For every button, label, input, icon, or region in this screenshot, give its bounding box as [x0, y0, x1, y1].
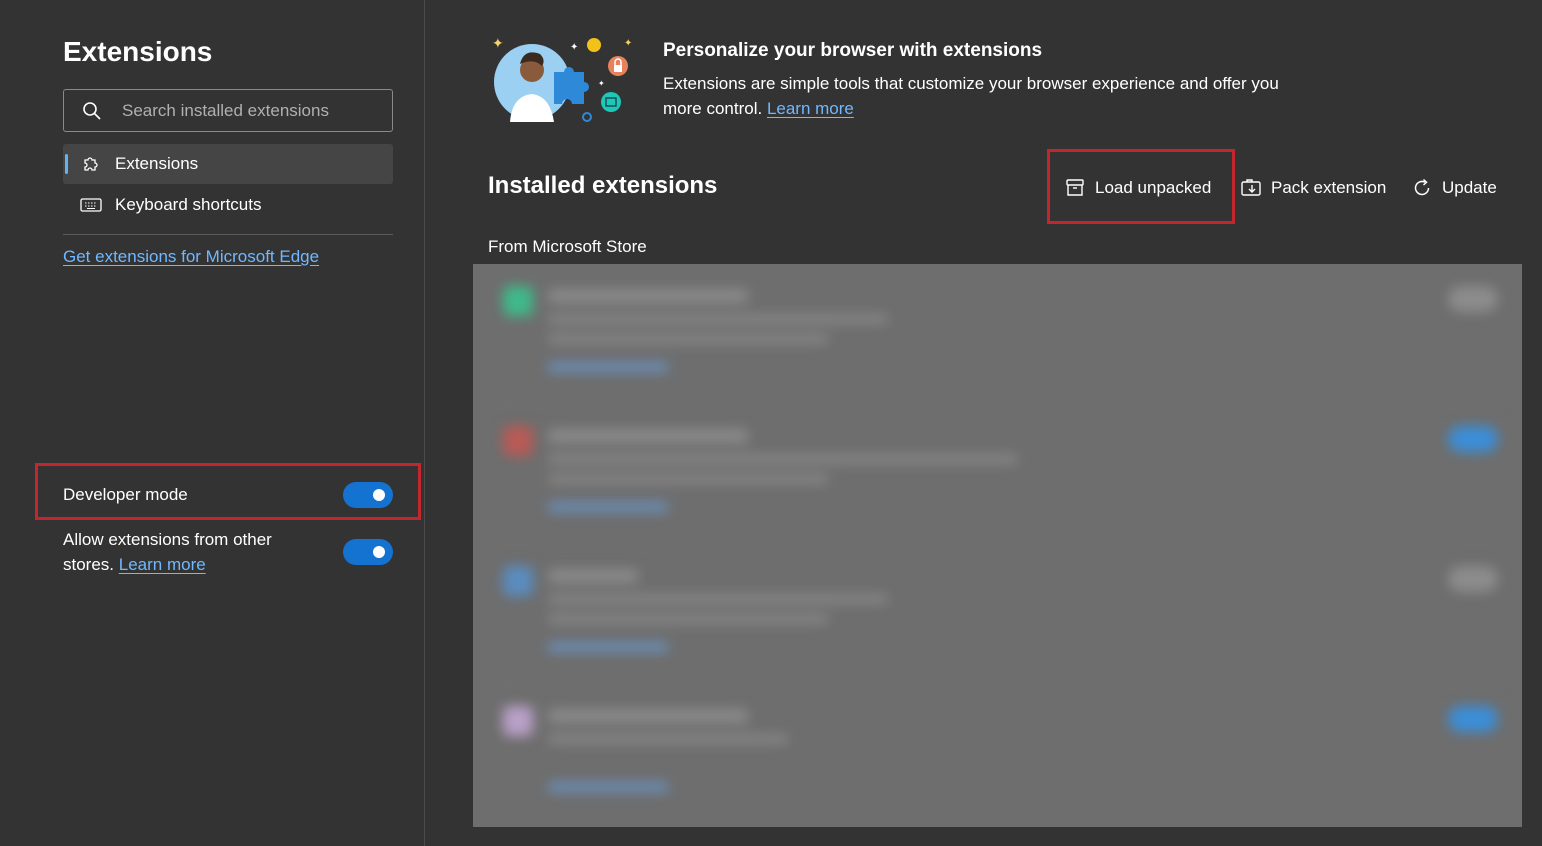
extension-name [548, 429, 748, 443]
extension-desc [548, 734, 788, 744]
extension-name [548, 709, 748, 723]
search-icon [82, 101, 102, 121]
extension-icon [503, 566, 533, 596]
extension-links [548, 502, 668, 512]
hero-illustration-icon: ✦ ✦ ✦ ✦ [492, 36, 632, 122]
installed-extensions-list [473, 264, 1522, 827]
extension-icon [503, 426, 533, 456]
extension-desc [548, 474, 828, 484]
get-extensions-link[interactable]: Get extensions for Microsoft Edge [63, 247, 319, 267]
hero-description: Extensions are simple tools that customi… [663, 74, 1279, 118]
svg-text:✦: ✦ [598, 79, 605, 88]
sidebar: Extensions Extensions Keyboard shortcuts… [0, 0, 425, 846]
installed-extensions-title: Installed extensions [488, 172, 718, 199]
svg-text:✦: ✦ [624, 38, 632, 49]
list-item[interactable] [473, 684, 1522, 824]
extension-name [548, 289, 748, 303]
active-indicator [65, 154, 68, 174]
allow-other-stores-row: Allow extensions from other stores. Lear… [63, 527, 393, 577]
extension-desc [548, 314, 888, 324]
extension-icon [503, 706, 533, 736]
load-unpacked-label: Load unpacked [1095, 178, 1212, 197]
extension-links [548, 782, 668, 792]
extension-desc [548, 334, 828, 344]
allow-other-stores-text: Allow extensions from other stores. Lear… [63, 527, 303, 577]
list-item[interactable] [473, 404, 1522, 544]
pack-extension-label: Pack extension [1271, 178, 1387, 197]
pack-extension-button[interactable]: Pack extension [1240, 172, 1386, 204]
developer-mode-row: Developer mode [63, 481, 393, 509]
extension-name [548, 569, 638, 583]
sidebar-item-extensions[interactable]: Extensions [63, 144, 393, 184]
toggle-knob [373, 489, 385, 501]
sidebar-item-keyboard-shortcuts[interactable]: Keyboard shortcuts [63, 185, 393, 225]
pack-icon [1240, 177, 1262, 199]
hero-learn-more-link[interactable]: Learn more [767, 99, 854, 118]
refresh-icon [1411, 177, 1433, 199]
sidebar-item-label: Extensions [115, 154, 199, 173]
hero-title: Personalize your browser with extensions [663, 40, 1043, 61]
load-unpacked-button[interactable]: Load unpacked [1064, 172, 1211, 204]
update-label: Update [1442, 178, 1497, 197]
sidebar-divider [63, 234, 393, 235]
extension-links [548, 362, 668, 372]
extension-toggle[interactable] [1448, 706, 1498, 732]
update-button[interactable]: Update [1411, 172, 1497, 204]
extension-toggle[interactable] [1448, 566, 1498, 592]
extension-toggle[interactable] [1448, 286, 1498, 312]
developer-mode-toggle[interactable] [343, 482, 393, 508]
allow-stores-learn-more-link[interactable]: Learn more [119, 555, 206, 574]
toggle-knob [373, 546, 385, 558]
extension-desc [548, 454, 1018, 464]
extension-desc [548, 614, 828, 624]
svg-text:✦: ✦ [570, 42, 578, 53]
list-item[interactable] [473, 544, 1522, 684]
svg-text:✦: ✦ [492, 36, 504, 52]
search-box[interactable] [63, 89, 393, 132]
list-item[interactable] [473, 264, 1522, 404]
extension-desc [548, 594, 888, 604]
extension-links [548, 642, 668, 652]
sidebar-item-label: Keyboard shortcuts [115, 195, 262, 214]
box-icon [1064, 177, 1086, 199]
allow-other-stores-toggle[interactable] [343, 539, 393, 565]
puzzle-icon [80, 153, 102, 175]
sidebar-title: Extensions [63, 36, 213, 67]
from-store-label: From Microsoft Store [488, 237, 647, 256]
hero-description-block: Extensions are simple tools that customi… [663, 71, 1313, 121]
search-input[interactable] [120, 99, 370, 122]
extension-icon [503, 286, 533, 316]
developer-mode-label: Developer mode [63, 485, 188, 504]
extension-toggle[interactable] [1448, 426, 1498, 452]
keyboard-icon [80, 194, 102, 216]
